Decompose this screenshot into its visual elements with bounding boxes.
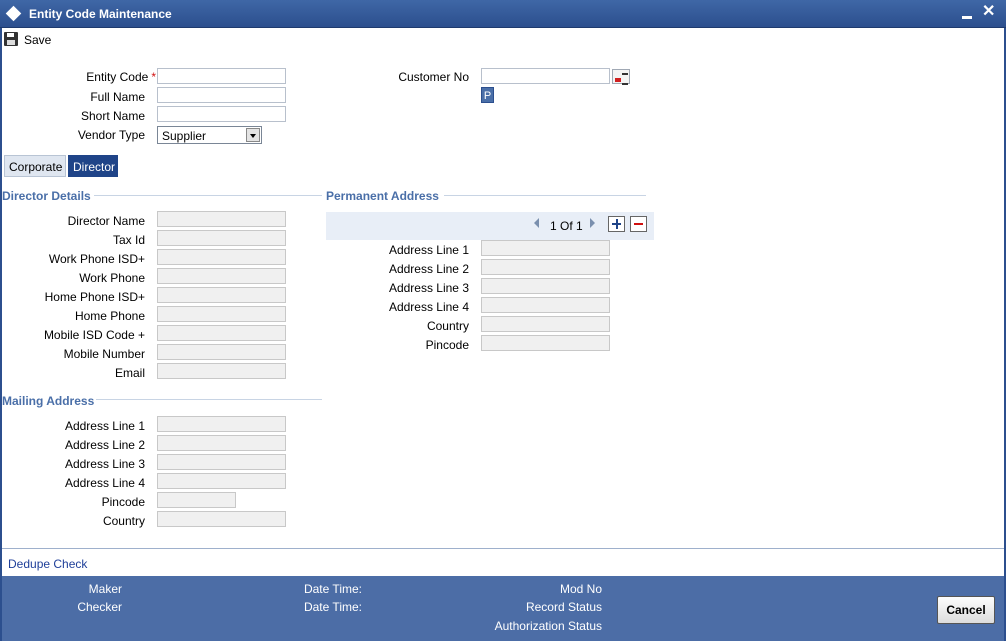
customer-no-label: Customer No bbox=[398, 70, 469, 84]
director-name-input[interactable] bbox=[157, 211, 286, 227]
mailing-address-line-2-input[interactable] bbox=[157, 435, 286, 451]
vendor-type-label: Vendor Type bbox=[77, 128, 145, 142]
permanent-pincode-input[interactable] bbox=[481, 335, 610, 351]
permanent-address-line-1-label: Address Line 1 bbox=[388, 243, 469, 257]
pagination-text: 1 Of 1 bbox=[550, 219, 583, 233]
home-phone-label: Home Phone bbox=[74, 309, 145, 323]
permanent-pincode-label: Pincode bbox=[425, 338, 469, 352]
required-asterisk: * bbox=[151, 70, 156, 84]
vendor-type-value: Supplier bbox=[162, 129, 207, 143]
tax-id-label: Tax Id bbox=[112, 233, 145, 247]
permanent-address-line-3-input[interactable] bbox=[481, 278, 610, 294]
checker-label: Checker bbox=[77, 600, 122, 614]
tab-corporate[interactable]: Corporate bbox=[4, 155, 66, 177]
checker-date-time-label: Date Time: bbox=[303, 600, 362, 614]
audit-footer: Maker Checker Date Time: Date Time: Mod … bbox=[2, 576, 1004, 641]
vendor-type-select[interactable]: Supplier bbox=[157, 126, 262, 144]
mailing-country-label: Country bbox=[102, 514, 145, 528]
add-row-button[interactable] bbox=[608, 216, 625, 232]
mailing-address-line-4-input[interactable] bbox=[157, 473, 286, 489]
work-phone-isd-label: Work Phone ISD+ bbox=[48, 252, 145, 266]
authorization-status-label: Authorization Status bbox=[494, 619, 602, 633]
minimize-icon[interactable] bbox=[962, 16, 972, 19]
permanent-address-line-2-label: Address Line 2 bbox=[388, 262, 469, 276]
mailing-address-line-3-label: Address Line 3 bbox=[64, 457, 145, 471]
maker-date-time-label: Date Time: bbox=[303, 582, 362, 596]
next-icon[interactable] bbox=[590, 218, 595, 228]
email-label: Email bbox=[114, 366, 145, 380]
dedupe-check-link[interactable]: Dedupe Check bbox=[8, 557, 87, 571]
section-divider bbox=[444, 195, 646, 196]
director-details-title: Director Details bbox=[2, 189, 91, 203]
permanent-address-line-1-input[interactable] bbox=[481, 240, 610, 256]
permanent-address-line-2-input[interactable] bbox=[481, 259, 610, 275]
mailing-address-line-2-label: Address Line 2 bbox=[64, 438, 145, 452]
short-name-label: Short Name bbox=[80, 109, 145, 123]
work-phone-label: Work Phone bbox=[79, 271, 145, 285]
home-phone-input[interactable] bbox=[157, 306, 286, 322]
window-title: Entity Code Maintenance bbox=[29, 7, 172, 21]
entity-code-input[interactable] bbox=[157, 68, 286, 84]
delete-row-button[interactable] bbox=[630, 216, 647, 232]
mailing-country-input[interactable] bbox=[157, 511, 286, 527]
previous-icon[interactable] bbox=[534, 218, 539, 228]
entity-code-label: Entity Code * bbox=[86, 70, 156, 84]
title-bar: Entity Code Maintenance ✕ bbox=[0, 0, 1006, 28]
mobile-isd-code-input[interactable] bbox=[157, 325, 286, 341]
dedupe-bar: Dedupe Check bbox=[2, 548, 1004, 576]
close-icon[interactable]: ✕ bbox=[982, 4, 995, 20]
mailing-address-line-4-label: Address Line 4 bbox=[64, 476, 145, 490]
tab-director[interactable]: Director bbox=[68, 155, 118, 177]
customer-no-input[interactable] bbox=[481, 68, 610, 84]
mailing-pincode-input[interactable] bbox=[157, 492, 236, 508]
work-phone-isd-input[interactable] bbox=[157, 249, 286, 265]
mailing-address-line-3-input[interactable] bbox=[157, 454, 286, 470]
home-phone-isd-label: Home Phone ISD+ bbox=[44, 290, 145, 304]
permanent-country-label: Country bbox=[426, 319, 469, 333]
mobile-number-input[interactable] bbox=[157, 344, 286, 360]
app-diamond-icon bbox=[5, 5, 22, 22]
save-icon bbox=[4, 32, 18, 46]
mailing-address-title: Mailing Address bbox=[2, 394, 95, 408]
permanent-country-input[interactable] bbox=[481, 316, 610, 332]
full-name-label: Full Name bbox=[90, 90, 145, 104]
maker-label: Maker bbox=[88, 582, 122, 596]
full-name-input[interactable] bbox=[157, 87, 286, 103]
section-divider bbox=[96, 399, 322, 400]
work-phone-input[interactable] bbox=[157, 268, 286, 284]
permanent-address-line-3-label: Address Line 3 bbox=[388, 281, 469, 295]
record-status-label: Record Status bbox=[525, 600, 602, 614]
mod-no-label: Mod No bbox=[559, 582, 602, 596]
permanent-address-line-4-input[interactable] bbox=[481, 297, 610, 313]
section-divider bbox=[94, 195, 322, 196]
permanent-address-title: Permanent Address bbox=[326, 189, 439, 203]
chevron-down-icon[interactable] bbox=[246, 128, 260, 142]
mailing-address-line-1-label: Address Line 1 bbox=[64, 419, 145, 433]
mailing-address-line-1-input[interactable] bbox=[157, 416, 286, 432]
home-phone-isd-input[interactable] bbox=[157, 287, 286, 303]
cancel-button[interactable]: Cancel bbox=[937, 596, 995, 624]
mobile-number-label: Mobile Number bbox=[63, 347, 145, 361]
p-button[interactable]: P bbox=[481, 87, 494, 103]
permanent-address-line-4-label: Address Line 4 bbox=[388, 300, 469, 314]
save-label: Save bbox=[24, 33, 52, 47]
list-of-values-icon[interactable] bbox=[612, 69, 630, 85]
tax-id-input[interactable] bbox=[157, 230, 286, 246]
director-name-label: Director Name bbox=[67, 214, 145, 228]
mobile-isd-code-label: Mobile ISD Code + bbox=[43, 328, 145, 342]
pagination-bar: 1 Of 1 bbox=[326, 212, 654, 240]
email-input[interactable] bbox=[157, 363, 286, 379]
short-name-input[interactable] bbox=[157, 106, 286, 122]
mailing-pincode-label: Pincode bbox=[101, 495, 145, 509]
